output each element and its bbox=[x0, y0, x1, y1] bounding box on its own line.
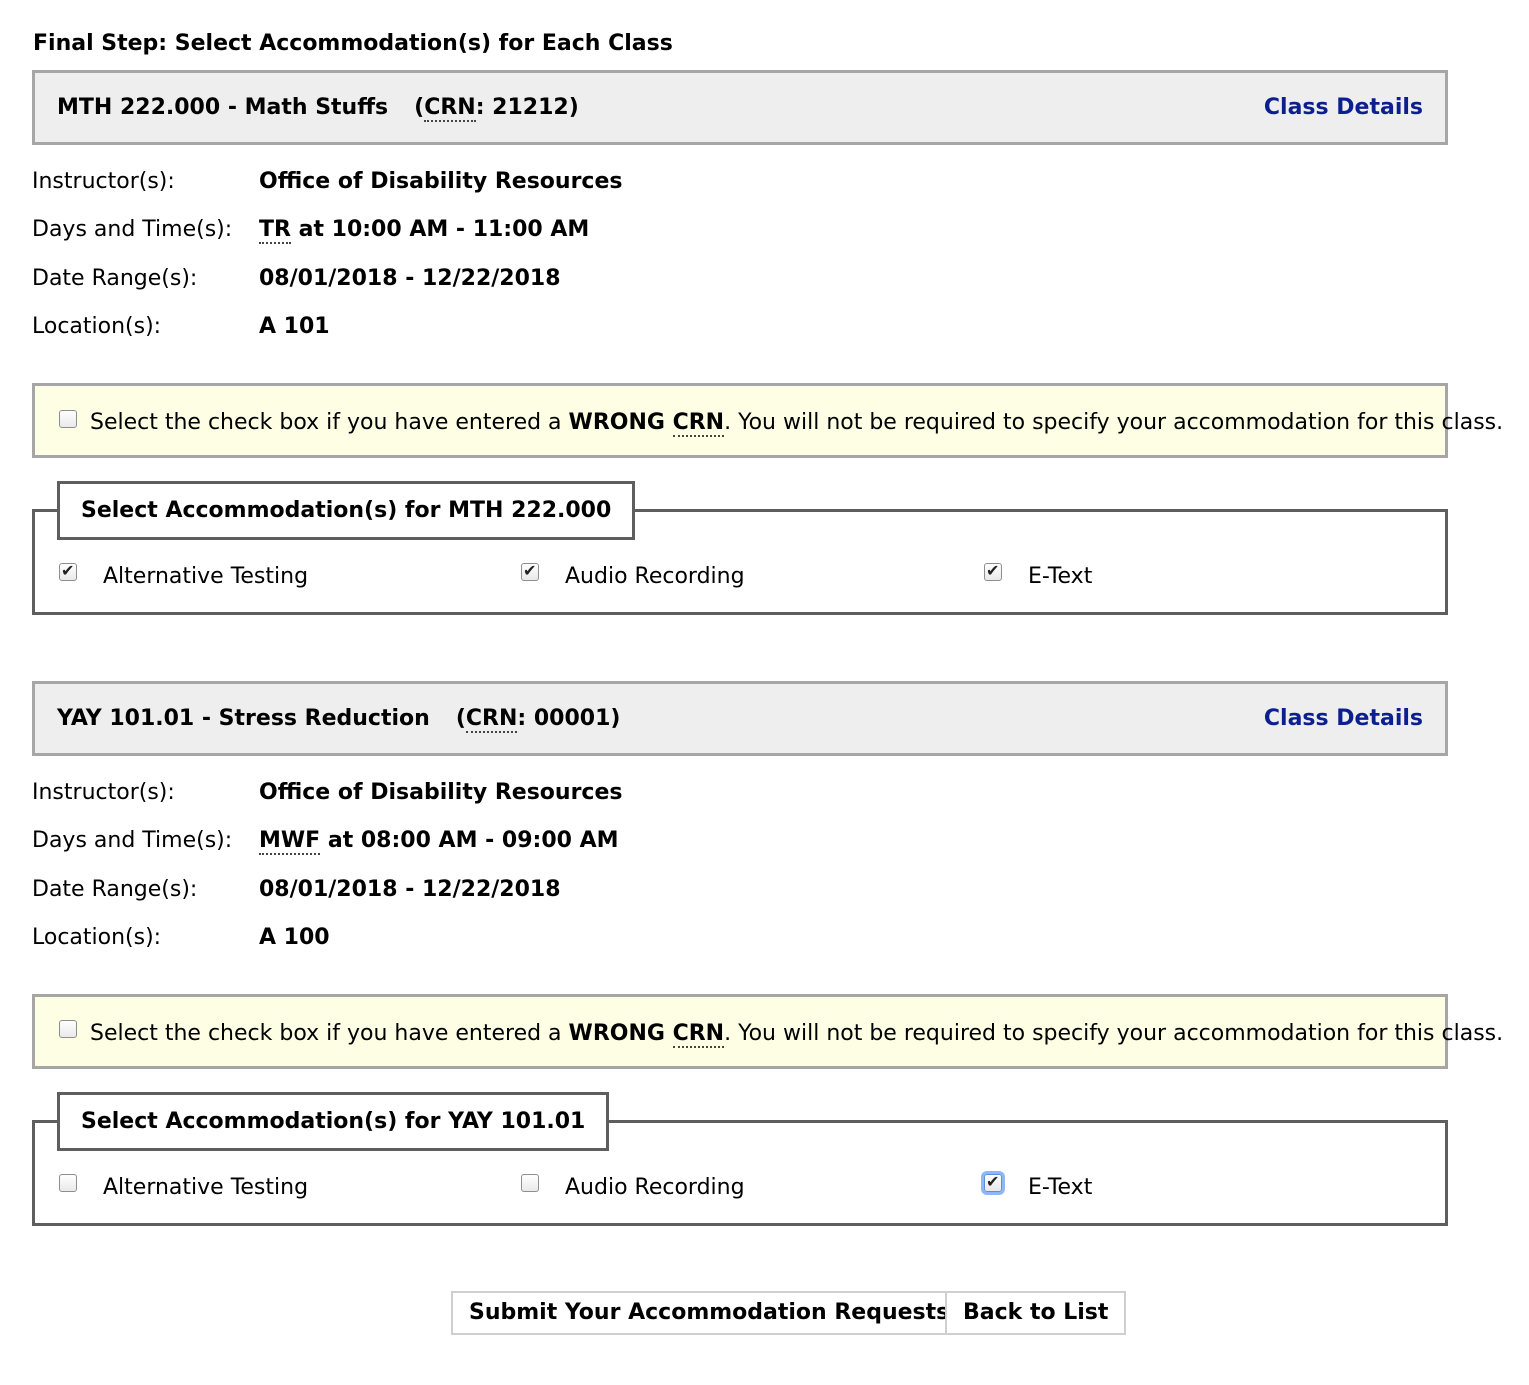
alternative-testing-checkbox[interactable] bbox=[59, 1174, 77, 1192]
date-range-value: 08/01/2018 - 12/22/2018 bbox=[259, 266, 561, 291]
crn-value: : 00001) bbox=[517, 706, 621, 731]
course-code-title: MTH 222.000 - Math Stuffs bbox=[57, 95, 389, 120]
days-abbr: TR bbox=[259, 217, 291, 244]
audio-recording-checkbox[interactable]: ✔ bbox=[521, 561, 539, 581]
option-label[interactable]: E-Text bbox=[1028, 564, 1092, 589]
location-label: Location(s): bbox=[32, 314, 162, 339]
checkmark-icon: ✔ bbox=[986, 1172, 1000, 1191]
accommodation-fieldset: Select Accommodation(s) for YAY 101.01 A… bbox=[32, 1092, 1448, 1226]
crn-abbr: CRN bbox=[465, 706, 518, 733]
days-time-label: Days and Time(s): bbox=[32, 217, 233, 242]
date-range-label: Date Range(s): bbox=[32, 266, 198, 291]
days-time-value: MWF at 08:00 AM - 09:00 AM bbox=[259, 828, 619, 855]
wrong-crn-notice: Select the check box if you have entered… bbox=[32, 383, 1503, 458]
wrong-crn-text: Select the check box if you have entered… bbox=[90, 1021, 1504, 1048]
class-details-link[interactable]: Class Details bbox=[1264, 706, 1423, 731]
course-header: YAY 101.01 - Stress Reduction (CRN: 00001… bbox=[32, 681, 1448, 756]
alternative-testing-checkbox[interactable]: ✔ bbox=[59, 561, 77, 581]
course-code-title: YAY 101.01 - Stress Reduction bbox=[57, 706, 430, 731]
page-title: Final Step: Select Accommodation(s) for … bbox=[33, 31, 673, 56]
accommodation-legend: Select Accommodation(s) for MTH 222.000 bbox=[57, 481, 636, 540]
days-time-label: Days and Time(s): bbox=[32, 828, 233, 853]
crn-abbr: CRN bbox=[424, 95, 476, 122]
crn-abbr: CRN bbox=[672, 1021, 725, 1048]
wrong-crn-checkbox[interactable] bbox=[59, 410, 77, 428]
wrong-crn-text: Select the check box if you have entered… bbox=[90, 410, 1504, 437]
course-title: YAY 101.01 - Stress Reduction (CRN: 00001… bbox=[57, 706, 621, 733]
course-header: MTH 222.000 - Math Stuffs (CRN: 21212) Cl… bbox=[32, 70, 1448, 145]
time-value: at 08:00 AM - 09:00 AM bbox=[320, 828, 619, 853]
location-value: A 100 bbox=[259, 925, 330, 950]
crn-abbr: CRN bbox=[672, 410, 725, 437]
instructor-label: Instructor(s): bbox=[32, 169, 175, 194]
wrong-crn-notice: Select the check box if you have entered… bbox=[32, 994, 1503, 1069]
e-text-checkbox[interactable]: ✔ bbox=[984, 1172, 1002, 1192]
instructor-label: Instructor(s): bbox=[32, 780, 175, 805]
course-title: MTH 222.000 - Math Stuffs (CRN: 21212) bbox=[57, 95, 579, 122]
option-label[interactable]: E-Text bbox=[1028, 1175, 1092, 1200]
course-section: MTH 222.000 - Math Stuffs (CRN: 21212) Cl… bbox=[32, 70, 1503, 670]
checkmark-icon: ✔ bbox=[61, 561, 75, 580]
back-to-list-button[interactable]: Back to List bbox=[945, 1291, 1127, 1335]
time-value: at 10:00 AM - 11:00 AM bbox=[290, 217, 590, 242]
accommodation-legend: Select Accommodation(s) for YAY 101.01 bbox=[57, 1092, 610, 1151]
wrong-crn-checkbox[interactable] bbox=[59, 1020, 77, 1038]
checkmark-icon: ✔ bbox=[523, 561, 537, 580]
option-label[interactable]: Alternative Testing bbox=[103, 1175, 308, 1200]
instructor-value: Office of Disability Resources bbox=[259, 780, 623, 805]
option-label[interactable]: Audio Recording bbox=[565, 1175, 745, 1200]
option-label[interactable]: Alternative Testing bbox=[103, 564, 308, 589]
course-section: YAY 101.01 - Stress Reduction (CRN: 00001… bbox=[32, 681, 1503, 1281]
date-range-value: 08/01/2018 - 12/22/2018 bbox=[259, 877, 561, 902]
option-label[interactable]: Audio Recording bbox=[565, 564, 745, 589]
checkmark-icon: ✔ bbox=[986, 561, 1000, 580]
e-text-checkbox[interactable]: ✔ bbox=[984, 561, 1002, 581]
location-label: Location(s): bbox=[32, 925, 162, 950]
days-abbr: MWF bbox=[259, 828, 321, 855]
date-range-label: Date Range(s): bbox=[32, 877, 198, 902]
submit-requests-button[interactable]: Submit Your Accommodation Requests bbox=[451, 1291, 968, 1335]
class-details-link[interactable]: Class Details bbox=[1264, 95, 1423, 120]
crn-value: : 21212) bbox=[475, 95, 579, 120]
audio-recording-checkbox[interactable] bbox=[521, 1174, 539, 1192]
location-value: A 101 bbox=[259, 314, 330, 339]
days-time-value: TR at 10:00 AM - 11:00 AM bbox=[259, 217, 590, 244]
instructor-value: Office of Disability Resources bbox=[259, 169, 623, 194]
accommodation-fieldset: Select Accommodation(s) for MTH 222.000 … bbox=[32, 481, 1448, 615]
